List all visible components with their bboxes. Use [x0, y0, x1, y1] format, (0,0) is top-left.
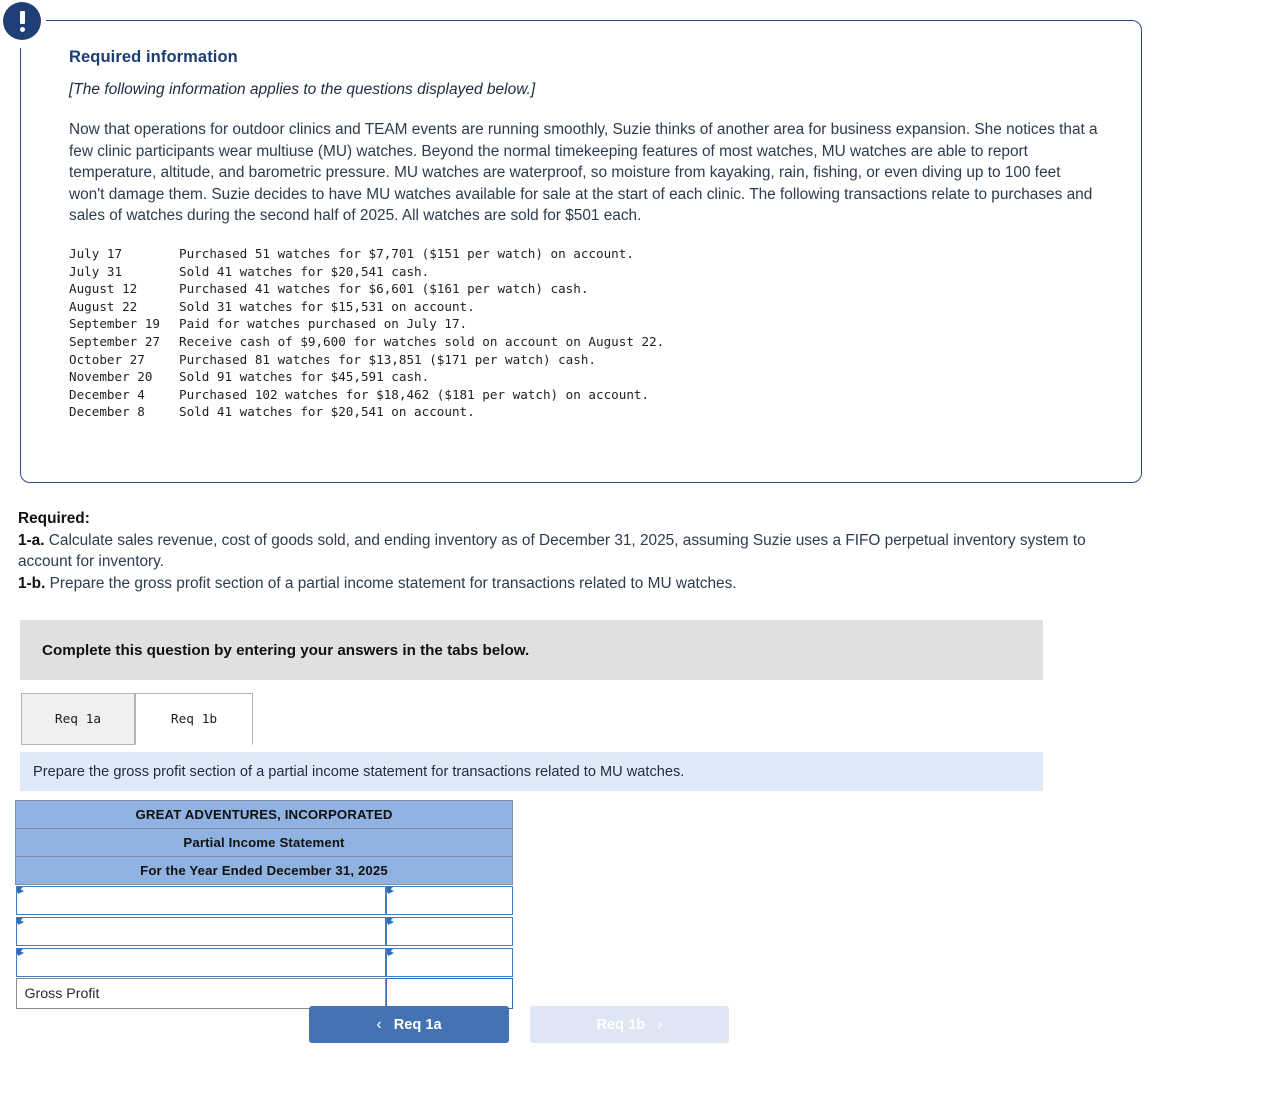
- req-1a-text: Calculate sales revenue, cost of goods s…: [18, 531, 1086, 571]
- scenario-paragraph: Now that operations for outdoor clinics …: [69, 121, 1098, 225]
- chevron-right-icon: ›: [657, 1015, 663, 1033]
- prev-button-label: Req 1a: [393, 1016, 442, 1033]
- amount-input-1[interactable]: [385, 886, 513, 915]
- transaction-row: August 22 Sold 31 watches for $15,531 on …: [69, 298, 1115, 316]
- dropdown-triangle-icon: [387, 919, 394, 925]
- req-1b-lead: 1-b.: [18, 574, 46, 592]
- entry-label-cell-3: [15, 947, 386, 978]
- account-select-2[interactable]: [15, 917, 386, 946]
- gross-profit-row: Gross Profit: [15, 978, 513, 1009]
- gross-profit-label-cell: Gross Profit: [15, 978, 386, 1009]
- gross-profit-input[interactable]: [385, 978, 513, 1009]
- page-title: Required information: [69, 48, 238, 66]
- transaction-description: Purchased 81 watches for $13,851 ($171 p…: [179, 351, 597, 367]
- transaction-description: Paid for watches purchased on July 17.: [179, 316, 468, 332]
- gross-profit-label: Gross Profit: [15, 978, 386, 1009]
- amount-input-3[interactable]: [385, 948, 513, 977]
- company-name-header: GREAT ADVENTURES, INCORPORATED: [15, 800, 513, 829]
- transaction-description: Purchased 41 watches for $6,601 ($161 pe…: [179, 281, 589, 297]
- transaction-row: October 27 Purchased 81 watches for $13,8…: [69, 351, 1115, 369]
- account-select-1[interactable]: [15, 886, 386, 915]
- transaction-row: July 31 Sold 41 watches for $20,541 cash.: [69, 263, 1115, 281]
- tab-req-1b[interactable]: Req 1b: [135, 693, 253, 745]
- question-prompt-text: Prepare the gross profit section of a pa…: [33, 763, 685, 780]
- table-row: [15, 885, 513, 917]
- transaction-description: Receive cash of $9,600 for watches sold …: [179, 333, 665, 349]
- statement-header-row: Partial Income Statement: [15, 828, 513, 857]
- transaction-date: December 8: [69, 404, 145, 420]
- transaction-row: September 27 Receive cash of $9,600 for w…: [69, 333, 1115, 351]
- dropdown-triangle-icon: [17, 950, 24, 956]
- tab-req-1a[interactable]: Req 1a: [21, 693, 135, 745]
- chevron-left-icon: ‹: [376, 1015, 382, 1033]
- transaction-date: December 4: [69, 386, 145, 402]
- exclamation-icon: [3, 2, 41, 40]
- transaction-row: August 12 Purchased 41 watches for $6,601…: [69, 280, 1115, 298]
- transaction-date: August 22: [69, 298, 138, 314]
- req-1b-text: Prepare the gross profit section of a pa…: [45, 574, 737, 592]
- complete-question-text: Complete this question by entering your …: [42, 641, 530, 659]
- dropdown-triangle-icon: [387, 888, 394, 894]
- dropdown-triangle-icon: [17, 888, 24, 894]
- required-section: Required: 1-a. Calculate sales revenue, c…: [18, 508, 1108, 594]
- req-1a-lead: 1-a.: [18, 531, 45, 549]
- required-label: Required:: [18, 510, 90, 527]
- statement-header-row: For the Year Ended December 31, 2025: [15, 856, 513, 885]
- navigation-buttons: ‹ Req 1a Req 1b ›: [309, 1006, 729, 1043]
- transaction-date: October 27: [69, 351, 145, 367]
- transaction-row: December 4 Purchased 102 watches for $18,…: [69, 386, 1115, 404]
- statement-header-row: GREAT ADVENTURES, INCORPORATED: [15, 800, 513, 829]
- transaction-description: Purchased 102 watches for $18,462 ($181 …: [179, 386, 650, 402]
- transaction-row: November 20 Sold 91 watches for $45,591 c…: [69, 368, 1115, 386]
- entry-label-cell-2: [15, 916, 386, 947]
- entry-label-cell-1: [15, 885, 386, 917]
- account-select-3[interactable]: [15, 948, 386, 977]
- transaction-description: Sold 41 watches for $20,541 on account.: [179, 404, 475, 420]
- complete-question-bar: Complete this question by entering your …: [20, 620, 1043, 680]
- transaction-date: July 31: [69, 263, 123, 279]
- transaction-row: September 19 Paid for watches purchased o…: [69, 315, 1115, 333]
- applies-note: [The following information applies to th…: [69, 81, 536, 98]
- dropdown-triangle-icon: [387, 950, 394, 956]
- entry-amount-cell-2: [385, 916, 513, 947]
- transaction-description: Purchased 51 watches for $7,701 ($151 pe…: [179, 245, 634, 261]
- entry-amount-cell-1: [385, 885, 513, 917]
- transaction-date: September 27: [69, 333, 160, 349]
- callout-content: Required information [The following info…: [69, 48, 1115, 421]
- transaction-description: Sold 31 watches for $15,531 on account.: [179, 298, 475, 314]
- transaction-description: Sold 41 watches for $20,541 cash.: [179, 263, 430, 279]
- question-prompt-bar: Prepare the gross profit section of a pa…: [20, 752, 1043, 791]
- dropdown-triangle-icon: [17, 919, 24, 925]
- transaction-row: December 8 Sold 41 watches for $20,541 on…: [69, 403, 1115, 421]
- transaction-row: July 17 Purchased 51 watches for $7,701 (…: [69, 245, 1115, 263]
- statement-period-header: For the Year Ended December 31, 2025: [15, 856, 513, 885]
- transaction-date: July 17: [69, 245, 123, 261]
- transaction-date: November 20: [69, 369, 153, 385]
- transaction-description: Sold 91 watches for $45,591 cash.: [179, 369, 430, 385]
- entry-amount-cell-3: [385, 947, 513, 978]
- transaction-date: August 12: [69, 281, 138, 297]
- gross-profit-amount-cell: [385, 978, 513, 1009]
- amount-input-2[interactable]: [385, 917, 513, 946]
- next-req-1b-button[interactable]: Req 1b ›: [530, 1006, 729, 1043]
- transaction-list: July 17 Purchased 51 watches for $7,701 (…: [69, 245, 1115, 421]
- required-information-callout: Required information [The following info…: [20, 20, 1142, 483]
- partial-income-statement-table: GREAT ADVENTURES, INCORPORATED Partial I…: [15, 800, 513, 1009]
- transaction-date: September 19: [69, 316, 160, 332]
- next-button-label: Req 1b: [596, 1016, 646, 1033]
- table-row: [15, 916, 513, 947]
- table-row: [15, 947, 513, 978]
- statement-type-header: Partial Income Statement: [15, 828, 513, 857]
- tab-strip: Req 1a Req 1b: [21, 693, 1043, 745]
- prev-req-1a-button[interactable]: ‹ Req 1a: [309, 1006, 509, 1043]
